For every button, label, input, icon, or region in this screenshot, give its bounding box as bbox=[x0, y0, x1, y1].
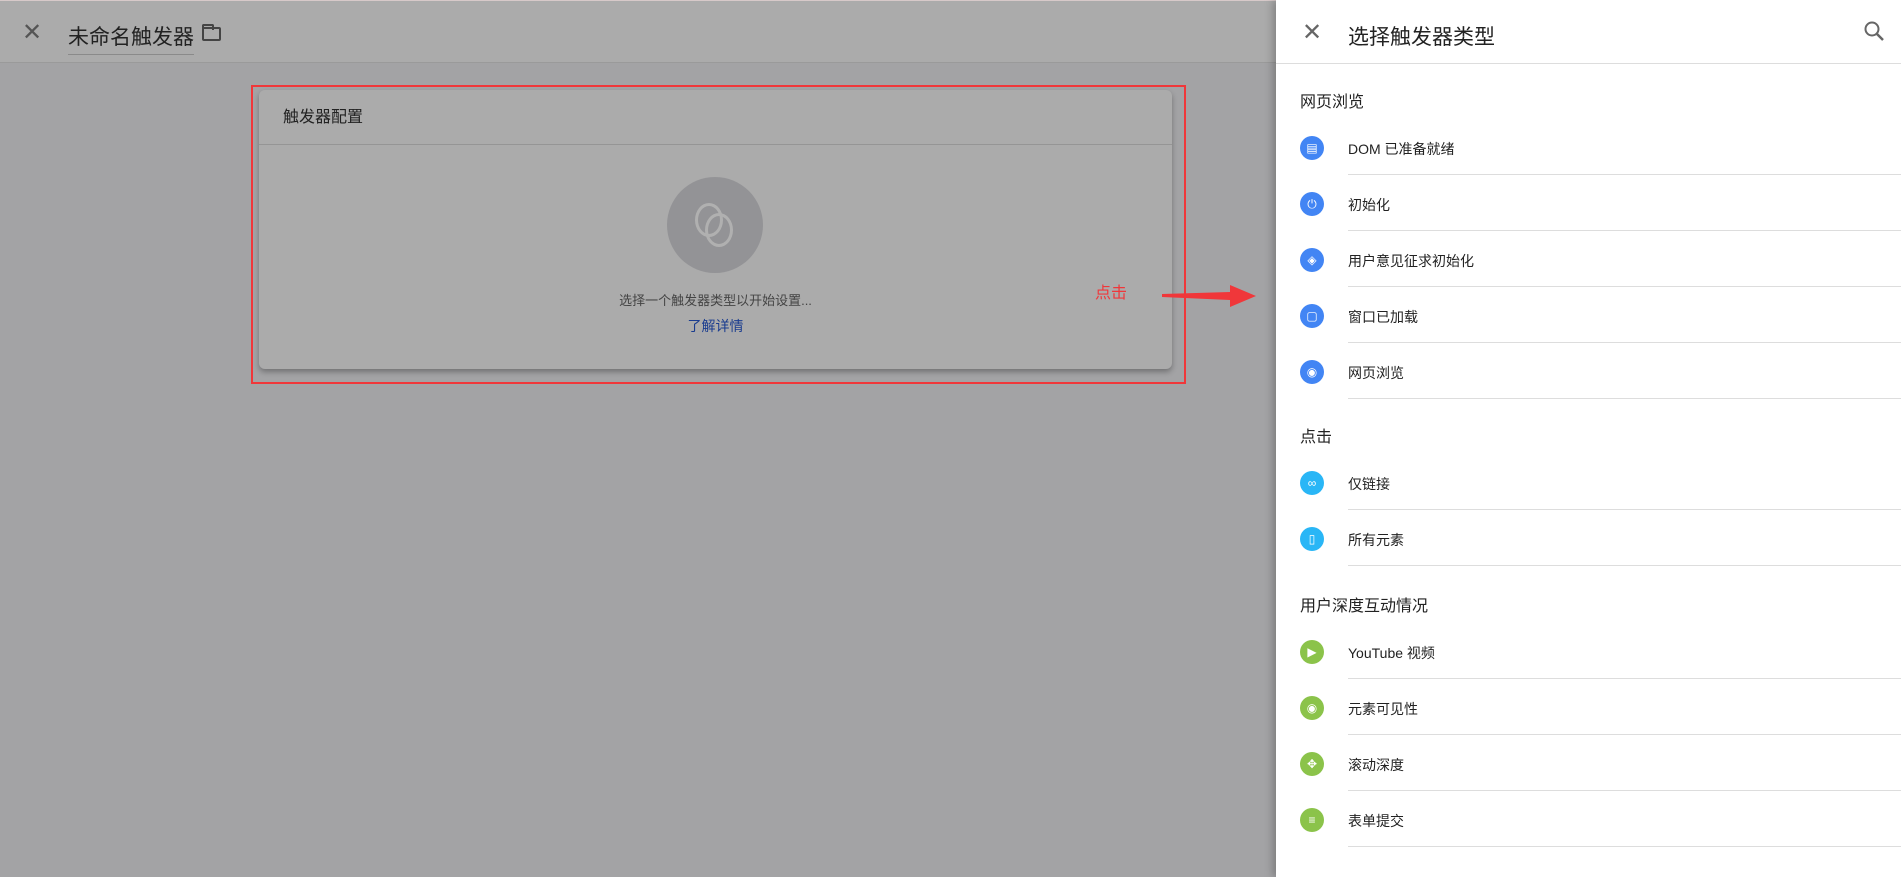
divider bbox=[1348, 398, 1901, 399]
divider bbox=[1348, 565, 1901, 566]
shield-icon: ◈ bbox=[1300, 248, 1324, 272]
trigger-type-label: 窗口已加载 bbox=[1348, 309, 1418, 325]
trigger-type-item[interactable]: ⏻ 初始化 bbox=[1276, 175, 1901, 231]
trigger-type-label: 所有元素 bbox=[1348, 532, 1404, 548]
trigger-type-item[interactable]: ✥ 滚动深度 bbox=[1276, 735, 1901, 791]
section-header: 用户深度互动情况 bbox=[1300, 598, 1429, 615]
trigger-type-item[interactable]: ◉ 元素可见性 bbox=[1276, 679, 1901, 735]
folder-icon[interactable] bbox=[202, 24, 221, 41]
panel-header: ✕ 选择触发器类型 bbox=[1276, 0, 1901, 64]
eye-icon: ◉ bbox=[1300, 696, 1324, 720]
document-icon: ▤ bbox=[1300, 136, 1324, 160]
trigger-type-item[interactable]: ◉ 网页浏览 bbox=[1276, 343, 1901, 399]
trigger-name[interactable]: 未命名触发器 bbox=[68, 21, 194, 55]
annotation-arrow-icon bbox=[1162, 285, 1256, 307]
search-icon[interactable] bbox=[1863, 20, 1885, 42]
trigger-type-item[interactable]: ▶ YouTube 视频 bbox=[1276, 623, 1901, 679]
trigger-type-label: 仅链接 bbox=[1348, 476, 1390, 492]
move-icon: ✥ bbox=[1300, 752, 1324, 776]
form-check-icon: ≡ bbox=[1300, 808, 1324, 832]
trigger-type-item[interactable]: ◈ 用户意见征求初始化 bbox=[1276, 231, 1901, 287]
close-icon[interactable]: ✕ bbox=[22, 18, 42, 47]
trigger-type-item[interactable]: ∞ 仅链接 bbox=[1276, 454, 1901, 510]
play-icon: ▶ bbox=[1300, 640, 1324, 664]
trigger-type-label: DOM 已准备就绪 bbox=[1348, 141, 1455, 157]
eye-icon: ◉ bbox=[1300, 360, 1324, 384]
trigger-type-label: 表单提交 bbox=[1348, 813, 1404, 829]
trigger-type-item[interactable]: ▤ DOM 已准备就绪 bbox=[1276, 119, 1901, 175]
trigger-type-label: 元素可见性 bbox=[1348, 701, 1418, 717]
close-icon[interactable]: ✕ bbox=[1302, 18, 1322, 47]
annotation-label: 点击 bbox=[1095, 285, 1128, 302]
divider bbox=[1348, 846, 1901, 847]
link-icon: ∞ bbox=[1300, 471, 1324, 495]
trigger-type-label: 用户意见征求初始化 bbox=[1348, 253, 1474, 269]
trigger-type-label: 网页浏览 bbox=[1348, 365, 1404, 381]
section-header: 网页浏览 bbox=[1300, 94, 1365, 111]
mouse-icon: ▯ bbox=[1300, 527, 1324, 551]
trigger-type-label: 初始化 bbox=[1348, 197, 1390, 213]
trigger-type-label: 滚动深度 bbox=[1348, 757, 1404, 773]
editor-header: ✕ 未命名触发器 bbox=[0, 0, 1276, 63]
trigger-type-item[interactable]: ▢ 窗口已加载 bbox=[1276, 287, 1901, 343]
trigger-type-panel: ✕ 选择触发器类型 网页浏览 ▤ DOM 已准备就绪 ⏻ 初始化 ◈ 用户意见征求初始化 ▢ 窗… bbox=[1276, 0, 1901, 877]
trigger-type-item[interactable]: ≡ 表单提交 bbox=[1276, 791, 1901, 847]
trigger-type-item[interactable]: ▯ 所有元素 bbox=[1276, 510, 1901, 566]
panel-title: 选择触发器类型 bbox=[1348, 26, 1495, 49]
power-icon: ⏻ bbox=[1300, 192, 1324, 216]
annotation-box bbox=[251, 85, 1186, 384]
section-header: 点击 bbox=[1300, 429, 1333, 446]
trigger-type-label: YouTube 视频 bbox=[1348, 645, 1435, 661]
window-icon: ▢ bbox=[1300, 304, 1324, 328]
